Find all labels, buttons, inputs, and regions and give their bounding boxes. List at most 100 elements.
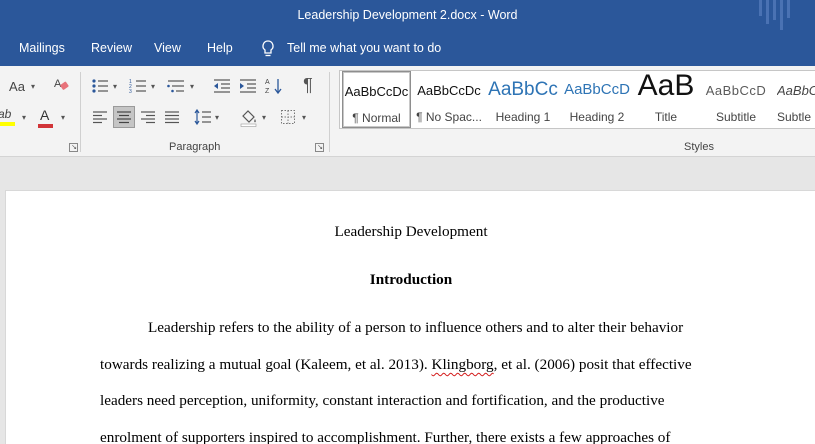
multilevel-list-icon: [167, 80, 184, 93]
svg-text:A: A: [265, 79, 270, 86]
font-color-dropdown[interactable]: ▾: [61, 113, 65, 122]
highlight-dropdown[interactable]: ▾: [22, 113, 26, 122]
bullet-list-icon: [92, 79, 108, 93]
multilevel-list-button[interactable]: [166, 76, 186, 96]
show-formatting-marks-button[interactable]: ¶: [298, 74, 318, 96]
style-name: Heading 1: [495, 110, 551, 124]
align-right-icon: [141, 111, 155, 124]
line-spacing-dropdown[interactable]: ▾: [215, 113, 219, 122]
style-heading-2[interactable]: AaBbCcD Heading 2: [561, 71, 633, 128]
borders-button[interactable]: [278, 107, 298, 127]
svg-text:Z: Z: [265, 88, 270, 95]
justify-icon: [165, 111, 179, 124]
justify-button[interactable]: [162, 107, 182, 127]
style-preview: AaBbCcDc: [417, 83, 481, 98]
tell-me-search[interactable]: Tell me what you want to do: [260, 39, 441, 62]
text-run: , et al. (2006) posit that effective: [493, 356, 692, 373]
font-color-button[interactable]: A: [37, 106, 55, 130]
style-name: Heading 2: [569, 110, 625, 124]
paragraph-line: enrolment of supporters inspired to acco…: [100, 429, 671, 444]
borders-icon: [281, 110, 295, 124]
style-name: Subtitle: [715, 110, 757, 124]
align-left-icon: [93, 111, 107, 124]
sort-button[interactable]: A Z: [264, 76, 284, 96]
document-page[interactable]: Leadership Development Introduction Lead…: [5, 190, 815, 444]
style-preview: AaBbCcD: [705, 83, 767, 98]
font-dialog-launcher[interactable]: ↘: [69, 143, 78, 152]
align-center-icon: [117, 111, 131, 124]
style-name: Subtle E: [777, 110, 815, 124]
paragraph-line: leaders need perception, uniformity, con…: [100, 392, 665, 409]
paint-bucket-icon: [240, 110, 257, 127]
ribbon-tabs: Mailings Review View Help Tell me what y…: [0, 33, 815, 66]
group-separator: [80, 72, 81, 152]
increase-indent-button[interactable]: [238, 76, 258, 96]
tab-view[interactable]: View: [154, 41, 181, 55]
style-subtle-emphasis[interactable]: AaBbCcD Subtle E: [775, 71, 815, 128]
section-heading: Introduction: [369, 271, 453, 288]
shading-button[interactable]: [238, 106, 260, 128]
lightbulb-icon: [262, 40, 274, 57]
style-name: Title: [654, 110, 678, 124]
styles-gallery: AaBbCcDc ¶ Normal AaBbCcDc ¶ No Spac... …: [339, 70, 815, 129]
paragraph-dialog-launcher[interactable]: ↘: [315, 143, 324, 152]
svg-text:3: 3: [129, 89, 132, 94]
tab-help[interactable]: Help: [207, 41, 233, 55]
style-normal[interactable]: AaBbCcDc ¶ Normal: [342, 71, 411, 128]
style-preview: AaBbCcD: [564, 81, 630, 98]
multilevel-dropdown[interactable]: ▾: [190, 82, 194, 91]
align-center-button[interactable]: [113, 106, 135, 128]
tab-mailings[interactable]: Mailings: [19, 41, 65, 55]
tab-review[interactable]: Review: [91, 41, 132, 55]
style-name: ¶ Normal: [352, 111, 401, 125]
decrease-indent-icon: [214, 79, 230, 93]
spelling-error[interactable]: Klingborg: [431, 356, 493, 373]
bullets-button[interactable]: [90, 76, 110, 96]
title-bar: Leadership Development 2.docx - Word: [0, 0, 815, 33]
style-heading-1[interactable]: AaBbCc Heading 1: [487, 71, 559, 128]
decrease-indent-button[interactable]: [212, 76, 232, 96]
shading-dropdown[interactable]: ▾: [262, 113, 266, 122]
styles-group-label: Styles: [684, 141, 714, 153]
paragraph-line: towards realizing a mutual goal (Kaleem,…: [100, 356, 692, 374]
borders-dropdown[interactable]: ▾: [302, 113, 306, 122]
clear-formatting-button[interactable]: A: [52, 75, 72, 95]
style-name: ¶ No Spac...: [416, 110, 482, 124]
pilcrow-icon: ¶: [303, 74, 313, 95]
align-right-button[interactable]: [138, 107, 158, 127]
numbered-list-icon: 1 2 3: [129, 79, 146, 94]
text-run: towards realizing a mutual goal (Kaleem,…: [100, 356, 428, 373]
highlight-label: ab: [0, 107, 12, 121]
bullets-dropdown[interactable]: ▾: [113, 82, 117, 91]
paragraph-group-label: Paragraph: [169, 141, 221, 153]
style-subtitle[interactable]: AaBbCcD Subtitle: [699, 71, 773, 128]
change-case-button[interactable]: Aa: [6, 76, 28, 96]
window-title: Leadership Development 2.docx - Word: [297, 8, 518, 22]
highlight-color-button[interactable]: ab: [0, 106, 18, 130]
change-case-label: Aa: [9, 78, 25, 94]
ruler-gap: [0, 157, 815, 190]
line-spacing-icon: [194, 109, 211, 125]
change-case-dropdown[interactable]: ▾: [31, 82, 35, 91]
style-preview: AaBbCc: [488, 79, 558, 100]
style-no-spacing[interactable]: AaBbCcDc ¶ No Spac...: [413, 71, 485, 128]
tell-me-label: Tell me what you want to do: [287, 41, 442, 55]
style-preview: AaBbCcDc: [344, 84, 409, 99]
group-separator: [329, 72, 330, 152]
style-preview: AaB: [637, 71, 695, 102]
font-color-label: A: [40, 107, 50, 123]
numbering-dropdown[interactable]: ▾: [151, 82, 155, 91]
line-spacing-button[interactable]: [193, 107, 213, 127]
sort-icon: A Z: [265, 79, 282, 95]
increase-indent-icon: [240, 79, 256, 93]
document-title: Leadership Development: [334, 223, 488, 240]
align-left-button[interactable]: [90, 107, 110, 127]
font-color-swatch: [38, 124, 53, 128]
svg-text:A: A: [54, 78, 62, 90]
paragraph-line: Leadership refers to the ability of a pe…: [148, 319, 684, 336]
highlight-swatch: [0, 122, 15, 126]
style-title[interactable]: AaB Title: [635, 71, 697, 128]
style-preview: AaBbCcD: [777, 83, 815, 98]
numbering-button[interactable]: 1 2 3: [128, 76, 148, 96]
eraser-icon: A: [54, 78, 69, 90]
